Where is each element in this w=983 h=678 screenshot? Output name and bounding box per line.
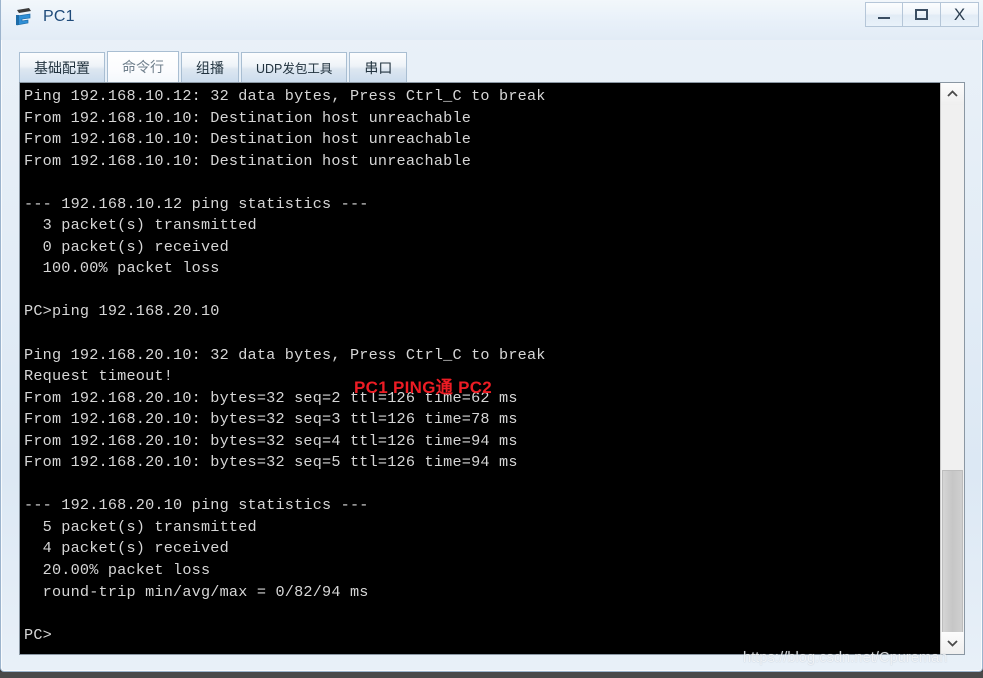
tab-label: 基础配置 [34, 59, 90, 76]
terminal-line: PC>ping 192.168.20.10 [24, 302, 220, 321]
tab-label: UDP发包工具 [256, 62, 333, 76]
tab-4[interactable]: 串口 [349, 52, 408, 82]
chevron-down-icon [947, 640, 958, 647]
minimize-button[interactable] [865, 2, 903, 27]
minimize-icon [878, 17, 890, 19]
tab-2[interactable]: 组播 [181, 52, 239, 82]
terminal-line: 0 packet(s) received [24, 237, 229, 256]
pc-device-icon [14, 6, 36, 28]
annotation-label: PC1 PING通 PC2 [354, 378, 493, 397]
scrollbar-thumb[interactable] [942, 470, 963, 633]
command-line-output[interactable]: Ping 192.168.10.12: 32 data bytes, Press… [20, 83, 940, 654]
close-icon: X [953, 5, 966, 24]
tab-strip: 基础配置 命令行 组播 UDP发包工具 串口 [19, 50, 409, 82]
chevron-up-icon [947, 90, 958, 97]
terminal-line: 100.00% packet loss [24, 259, 220, 278]
terminal-line: From 192.168.20.10: bytes=32 seq=5 ttl=1… [24, 453, 518, 472]
terminal-line: round-trip min/avg/max = 0/82/94 ms [24, 582, 369, 601]
terminal-panel: Ping 192.168.10.12: 32 data bytes, Press… [19, 82, 965, 655]
pc1-window: PC1 X 基础配置 命令行 组播 UDP发包工具 串口 Ping 192.168.10… [0, 0, 983, 672]
terminal-scrollbar[interactable] [940, 83, 964, 654]
window-title-group: PC1 [14, 6, 75, 28]
terminal-line: From 192.168.10.10: Destination host unr… [24, 130, 472, 149]
window-titlebar[interactable]: PC1 X [1, 0, 983, 40]
terminal-line: 3 packet(s) transmitted [24, 216, 257, 235]
tab-label: 命令行 [122, 59, 164, 75]
tab-label: 组播 [196, 59, 224, 76]
terminal-line: 20.00% packet loss [24, 561, 211, 580]
terminal-line: PC> [24, 625, 52, 644]
terminal-line: From 192.168.10.10: Destination host unr… [24, 108, 472, 127]
scroll-up-button[interactable] [941, 83, 964, 105]
tab-3[interactable]: UDP发包工具 [241, 52, 348, 82]
terminal-line: Ping 192.168.10.12: 32 data bytes, Press… [24, 87, 546, 105]
maximize-button[interactable] [903, 2, 941, 27]
maximize-icon [915, 9, 928, 20]
tab-1[interactable]: 命令行 [107, 51, 179, 82]
terminal-line: --- 192.168.10.12 ping statistics --- [24, 194, 369, 213]
terminal-line: 4 packet(s) received [24, 539, 229, 558]
tab-label: 串口 [364, 59, 393, 76]
terminal-line: Ping 192.168.20.10: 32 data bytes, Press… [24, 345, 546, 364]
tab-0[interactable]: 基础配置 [19, 52, 105, 82]
terminal-line: From 192.168.20.10: bytes=32 seq=4 ttl=1… [24, 431, 518, 450]
terminal-line: --- 192.168.20.10 ping statistics --- [24, 496, 369, 515]
terminal-line: 5 packet(s) transmitted [24, 517, 257, 536]
desktop-background-strip [0, 672, 983, 678]
window-controls: X [865, 2, 979, 28]
terminal-line: From 192.168.20.10: bytes=32 seq=3 ttl=1… [24, 410, 518, 429]
terminal-line: From 192.168.10.10: Destination host unr… [24, 151, 472, 170]
window-title: PC1 [43, 8, 75, 25]
close-button[interactable]: X [941, 2, 979, 27]
scroll-down-button[interactable] [941, 632, 964, 654]
